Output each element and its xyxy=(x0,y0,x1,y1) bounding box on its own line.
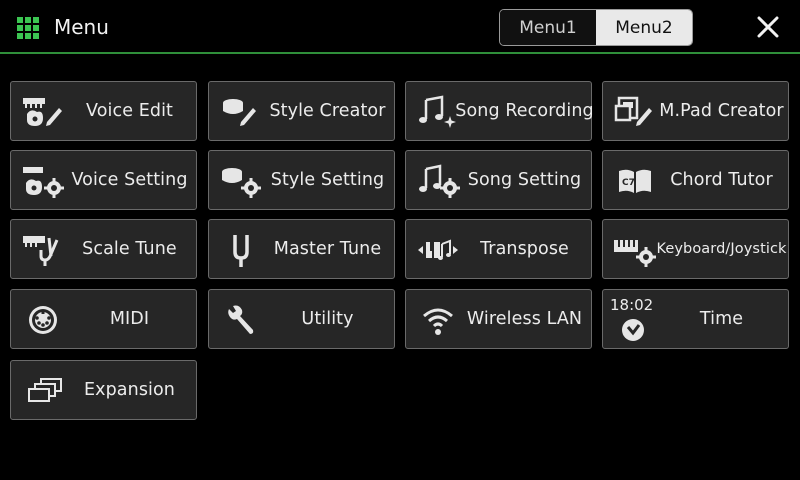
style-creator-icon xyxy=(219,94,263,130)
button-label: Time xyxy=(699,309,744,329)
midi-button[interactable]: MIDI xyxy=(10,289,197,349)
song-setting-button[interactable]: Song Setting xyxy=(405,150,592,210)
style-creator-button[interactable]: Style Creator xyxy=(208,81,395,141)
menu-screen: Menu Menu1 Menu2 Voice Edit Style Creato… xyxy=(0,0,800,480)
scale-tune-button[interactable]: Scale Tune xyxy=(10,219,197,279)
button-label: Song Recording xyxy=(455,101,594,121)
tab-menu2[interactable]: Menu2 xyxy=(596,10,692,45)
utility-button[interactable]: Utility xyxy=(208,289,395,349)
button-label: Style Creator xyxy=(269,101,386,121)
button-label: Expansion xyxy=(83,380,175,400)
menu-tabs: Menu1 Menu2 xyxy=(499,9,693,46)
mpad-creator-button[interactable]: M.Pad Creator xyxy=(602,81,789,141)
svg-text:C7: C7 xyxy=(622,178,635,188)
wireless-lan-button[interactable]: Wireless LAN xyxy=(405,289,592,349)
grid-menu-icon[interactable] xyxy=(17,17,39,39)
scale-tune-icon xyxy=(21,232,65,268)
time-button[interactable]: 18:02 Time xyxy=(602,289,789,349)
time-readout: 18:02 xyxy=(610,296,654,314)
page-title: Menu xyxy=(54,15,109,39)
voice-edit-button[interactable]: Voice Edit xyxy=(10,81,197,141)
song-recording-icon xyxy=(416,94,460,130)
style-setting-button[interactable]: Style Setting xyxy=(208,150,395,210)
wifi-icon xyxy=(416,302,460,338)
style-setting-icon xyxy=(219,163,263,199)
master-tune-button[interactable]: Master Tune xyxy=(208,219,395,279)
close-icon xyxy=(757,16,779,38)
button-label: Transpose xyxy=(480,239,569,259)
button-label: Master Tune xyxy=(273,239,382,259)
button-label: Style Setting xyxy=(270,170,385,190)
button-label: Song Setting xyxy=(467,170,582,190)
tab-menu1[interactable]: Menu1 xyxy=(500,10,596,45)
mpad-creator-icon xyxy=(613,94,657,130)
chord-tutor-icon: C7 xyxy=(613,163,657,199)
expansion-button[interactable]: Expansion xyxy=(10,360,197,420)
button-label: Voice Edit xyxy=(85,101,174,121)
song-setting-icon xyxy=(416,163,460,199)
close-button[interactable] xyxy=(752,11,784,43)
transpose-icon xyxy=(416,232,460,268)
button-label: Wireless LAN xyxy=(466,309,583,329)
clock-icon xyxy=(615,316,651,344)
midi-icon xyxy=(21,302,65,338)
voice-edit-icon xyxy=(21,94,65,130)
chord-tutor-button[interactable]: C7 Chord Tutor xyxy=(602,150,789,210)
keyboard-joystick-button[interactable]: Keyboard/Joystick xyxy=(602,219,789,279)
voice-setting-button[interactable]: Voice Setting xyxy=(10,150,197,210)
voice-setting-icon xyxy=(21,163,65,199)
transpose-button[interactable]: Transpose xyxy=(405,219,592,279)
button-label: MIDI xyxy=(109,309,150,329)
button-label: Keyboard/Joystick xyxy=(656,241,787,257)
button-label: Scale Tune xyxy=(82,239,177,259)
button-label: Utility xyxy=(301,309,354,329)
expansion-icon xyxy=(21,373,65,409)
button-label: Chord Tutor xyxy=(670,170,773,190)
button-label: Voice Setting xyxy=(71,170,188,190)
header-bar: Menu Menu1 Menu2 xyxy=(0,0,800,54)
button-label: M.Pad Creator xyxy=(659,101,784,121)
song-recording-button[interactable]: Song Recording xyxy=(405,81,594,141)
wrench-icon xyxy=(219,302,263,338)
keyboard-gear-icon xyxy=(613,232,657,268)
tuning-fork-icon xyxy=(219,232,263,268)
